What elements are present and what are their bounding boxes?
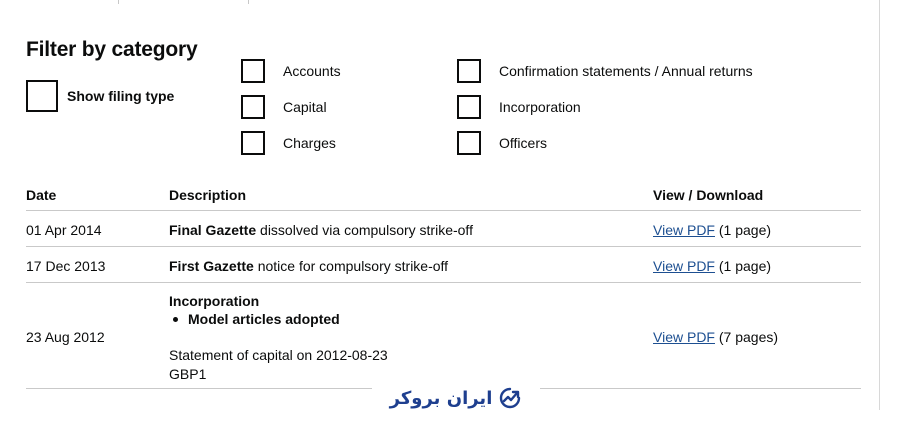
tab-divider	[118, 0, 119, 4]
column-header-date: Date	[26, 187, 57, 203]
view-pdf-link[interactable]: View PDF	[653, 258, 715, 274]
row-download: View PDF (7 pages)	[653, 329, 778, 345]
table-row-divider	[26, 246, 861, 247]
category-label[interactable]: Accounts	[283, 63, 341, 79]
category-accounts[interactable]: Accounts	[241, 59, 341, 83]
category-checkbox[interactable]	[241, 131, 265, 155]
page-count: (7 pages)	[718, 329, 779, 345]
description-type: Final Gazette	[169, 222, 257, 238]
category-checkbox[interactable]	[457, 131, 481, 155]
description-type: First Gazette	[169, 258, 254, 274]
view-pdf-link[interactable]: View PDF	[653, 222, 715, 238]
description-text: dissolved via compulsory strike-off	[256, 222, 473, 238]
page-count: (1 page)	[718, 222, 772, 238]
tab-divider	[248, 0, 249, 4]
category-checkbox[interactable]	[241, 59, 265, 83]
view-pdf-link[interactable]: View PDF	[653, 329, 715, 345]
category-confirmation-statements[interactable]: Confirmation statements / Annual returns	[457, 59, 753, 83]
filter-title: Filter by category	[26, 38, 198, 61]
row-download: View PDF (1 page)	[653, 222, 771, 238]
category-label[interactable]: Officers	[499, 135, 547, 151]
description-type: Incorporation	[169, 293, 260, 309]
row-download: View PDF (1 page)	[653, 258, 771, 274]
watermark-logo: ایران بروکر	[372, 380, 540, 416]
category-officers[interactable]: Officers	[457, 131, 547, 155]
show-filing-type-label[interactable]: Show filing type	[67, 88, 174, 104]
table-row-divider	[26, 282, 861, 283]
category-incorporation[interactable]: Incorporation	[457, 95, 581, 119]
bullet-item: Model articles adopted	[169, 311, 340, 327]
row-date: 23 Aug 2012	[26, 329, 105, 345]
show-filing-type-option[interactable]: Show filing type	[26, 80, 174, 112]
category-capital[interactable]: Capital	[241, 95, 327, 119]
table-header-divider	[26, 210, 861, 211]
category-label[interactable]: Incorporation	[499, 99, 581, 115]
capital-statement: Statement of capital on 2012-08-23	[169, 347, 388, 363]
row-description: First Gazette notice for compulsory stri…	[169, 258, 448, 274]
category-checkbox[interactable]	[241, 95, 265, 119]
category-label[interactable]: Capital	[283, 99, 327, 115]
category-charges[interactable]: Charges	[241, 131, 336, 155]
category-checkbox[interactable]	[457, 59, 481, 83]
row-date: 01 Apr 2014	[26, 222, 102, 238]
capital-value: GBP1	[169, 366, 207, 382]
category-label[interactable]: Confirmation statements / Annual returns	[499, 63, 753, 79]
row-date: 17 Dec 2013	[26, 258, 106, 274]
bullet-text: Model articles adopted	[188, 311, 340, 327]
category-checkbox[interactable]	[457, 95, 481, 119]
column-header-description: Description	[169, 187, 247, 203]
chart-trend-icon	[500, 387, 521, 409]
description-text: notice for compulsory strike-off	[253, 258, 449, 274]
row-description: Final Gazette dissolved via compulsory s…	[169, 222, 473, 238]
category-label[interactable]: Charges	[283, 135, 336, 151]
bullet-icon	[173, 316, 178, 322]
page-count: (1 page)	[718, 258, 772, 274]
show-filing-type-checkbox[interactable]	[26, 80, 58, 112]
watermark-text: ایران بروکر	[389, 387, 493, 409]
column-header-view-download: View / Download	[653, 187, 764, 203]
